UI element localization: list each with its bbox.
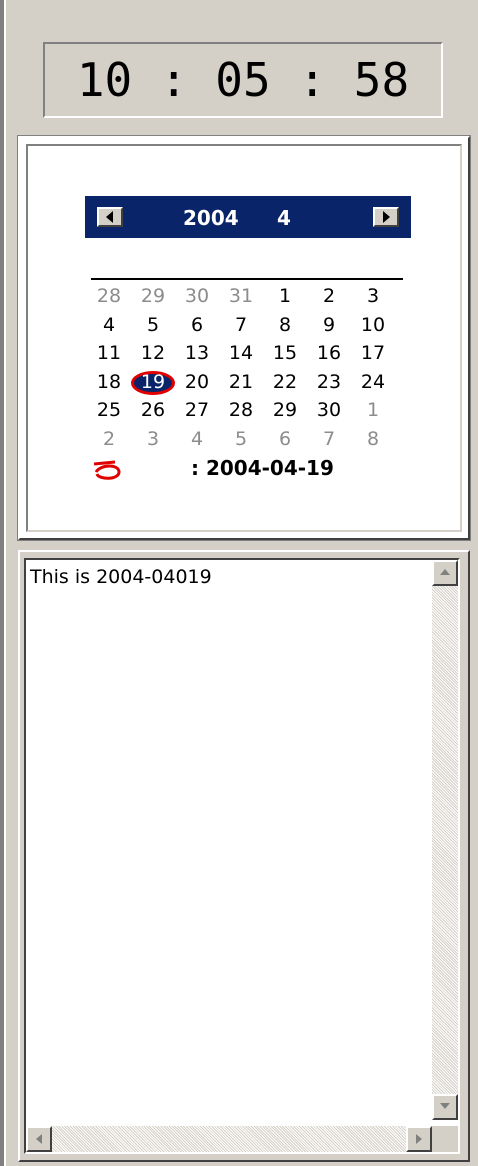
triangle-left-icon (106, 211, 113, 223)
today-marker-icon (93, 460, 121, 480)
calendar-day-today[interactable]: 19 (133, 370, 173, 394)
calendar-day[interactable]: 28 (221, 398, 261, 422)
scroll-up-button[interactable] (432, 560, 458, 586)
calendar-day[interactable]: 1 (353, 398, 393, 422)
triangle-left-icon (36, 1134, 42, 1144)
calendar-day[interactable]: 7 (309, 427, 349, 451)
scrollbar-corner (432, 1126, 458, 1152)
calendar-month: 4 (277, 206, 291, 230)
calendar-day[interactable]: 30 (309, 398, 349, 422)
clock-display: 10 : 05 : 58 (43, 42, 443, 118)
calendar-day[interactable]: 18 (89, 370, 129, 394)
calendar-header: 2004 4 (85, 196, 411, 238)
calendar-day[interactable]: 2 (89, 427, 129, 451)
calendar-day[interactable]: 10 (353, 313, 393, 337)
calendar-day[interactable]: 22 (265, 370, 305, 394)
scroll-left-button[interactable] (26, 1126, 52, 1152)
calendar-day[interactable]: 26 (133, 398, 173, 422)
calendar-day[interactable]: 28 (89, 284, 129, 308)
calendar-year: 2004 (183, 206, 239, 230)
triangle-right-icon (383, 211, 390, 223)
calendar-frame: 2004 4 28 29 30 31 1 2 3 4 5 6 7 8 9 10 11 12 13 14 15 16 17… (26, 144, 462, 532)
calendar-day[interactable]: 9 (309, 313, 349, 337)
calendar-day[interactable]: 5 (221, 427, 261, 451)
calendar-day[interactable]: 23 (309, 370, 349, 394)
vertical-scrollbar[interactable] (432, 560, 458, 1120)
calendar-day[interactable]: 14 (221, 341, 261, 365)
calendar-day[interactable]: 11 (89, 341, 129, 365)
memo-panel: This is 2004-04019 (18, 550, 470, 1162)
scroll-down-button[interactable] (432, 1094, 458, 1120)
calendar-day[interactable]: 20 (177, 370, 217, 394)
triangle-down-icon (440, 1103, 450, 1109)
calendar-panel: 2004 4 28 29 30 31 1 2 3 4 5 6 7 8 9 10 11 12 13 14 15 16 17… (17, 135, 471, 541)
window-left-edge (0, 0, 6, 1166)
calendar-day[interactable]: 2 (309, 284, 349, 308)
calendar-day[interactable]: 5 (133, 313, 173, 337)
calendar-day[interactable]: 3 (133, 427, 173, 451)
calendar-day[interactable]: 7 (221, 313, 261, 337)
calendar-day[interactable]: 1 (265, 284, 305, 308)
horizontal-scrollbar[interactable] (26, 1126, 432, 1152)
calendar-day[interactable]: 31 (221, 284, 261, 308)
calendar-day[interactable]: 29 (265, 398, 305, 422)
memo-text: This is 2004-04019 (30, 566, 212, 588)
calendar-day[interactable]: 25 (89, 398, 129, 422)
calendar-day[interactable]: 4 (89, 313, 129, 337)
calendar-day[interactable]: 15 (265, 341, 305, 365)
today-date-label: : 2004-04-19 (191, 456, 334, 480)
next-month-button[interactable] (373, 207, 399, 227)
calendar-day[interactable]: 21 (221, 370, 261, 394)
calendar-day[interactable]: 8 (265, 313, 305, 337)
clock-time: 10 : 05 : 58 (76, 53, 410, 107)
triangle-right-icon (416, 1134, 422, 1144)
calendar-day[interactable]: 24 (353, 370, 393, 394)
today-row: : 2004-04-19 (91, 456, 411, 486)
prev-month-button[interactable] (97, 207, 123, 227)
calendar-day[interactable]: 12 (133, 341, 173, 365)
calendar-day[interactable]: 16 (309, 341, 349, 365)
calendar-day[interactable]: 8 (353, 427, 393, 451)
calendar-day[interactable]: 27 (177, 398, 217, 422)
calendar-day[interactable]: 13 (177, 341, 217, 365)
calendar-day[interactable]: 4 (177, 427, 217, 451)
scroll-right-button[interactable] (406, 1126, 432, 1152)
calendar-divider (91, 278, 403, 280)
triangle-up-icon (440, 569, 450, 575)
calendar-day[interactable]: 29 (133, 284, 173, 308)
calendar-day[interactable]: 6 (265, 427, 305, 451)
calendar-day[interactable]: 3 (353, 284, 393, 308)
calendar-day[interactable]: 17 (353, 341, 393, 365)
calendar-day[interactable]: 6 (177, 313, 217, 337)
calendar-day[interactable]: 30 (177, 284, 217, 308)
memo-textarea[interactable]: This is 2004-04019 (24, 558, 460, 1154)
